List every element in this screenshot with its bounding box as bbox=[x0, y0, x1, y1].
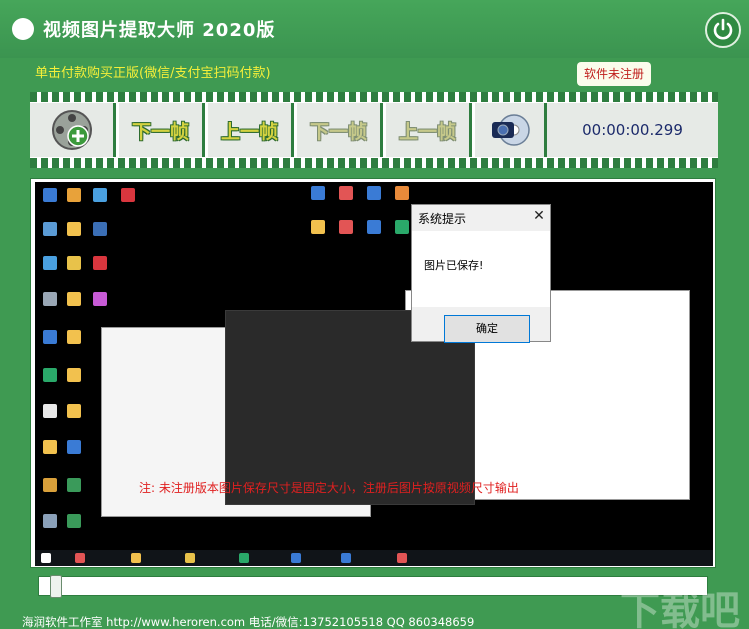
desktop-icon bbox=[67, 478, 81, 492]
film-toolbar: 下一帧 上一帧 下一帧 上一帧 00:00:00.299 bbox=[30, 92, 718, 168]
desktop-icon bbox=[121, 188, 135, 202]
title-bar: 视频图片提取大师 2020版 bbox=[0, 0, 749, 58]
desktop-icon bbox=[43, 222, 57, 236]
desktop-icon bbox=[43, 404, 57, 418]
camera-disc-icon bbox=[491, 114, 530, 146]
watermark-logo: 下载吧 bbox=[620, 588, 740, 629]
add-film-icon bbox=[51, 110, 92, 150]
desktop-icon bbox=[339, 186, 353, 200]
desktop-icon bbox=[311, 220, 325, 234]
next-frame-label-2: 下一帧 bbox=[309, 120, 367, 143]
capture-button[interactable] bbox=[475, 103, 547, 157]
desktop-icon bbox=[395, 220, 409, 234]
taskbar bbox=[35, 550, 713, 566]
taskbar-app-icon bbox=[341, 553, 351, 563]
seek-track[interactable] bbox=[38, 576, 708, 596]
video-preview: 系统提示 ✕ 图片已保存! 确定 注: 未注册版本图片保存尺寸是固定大小，注册后… bbox=[30, 178, 716, 568]
desktop-icon bbox=[367, 220, 381, 234]
taskbar-app-icon bbox=[397, 553, 407, 563]
system-dialog: 系统提示 ✕ 图片已保存! 确定 bbox=[411, 204, 551, 343]
footer-contact: 海润软件工作室 http://www.heroren.com 电话/微信:137… bbox=[22, 615, 475, 629]
desktop-icon bbox=[43, 514, 57, 528]
next-frame-button-2[interactable]: 下一帧 bbox=[297, 103, 383, 157]
desktop-icon bbox=[67, 222, 81, 236]
taskbar-app-icon bbox=[131, 553, 141, 563]
seek-thumb[interactable] bbox=[50, 575, 62, 598]
desktop-icon bbox=[43, 478, 57, 492]
desktop-icon bbox=[67, 330, 81, 344]
desktop-icon bbox=[67, 404, 81, 418]
prev-frame-label: 上一帧 bbox=[220, 120, 278, 143]
desktop-icon bbox=[43, 292, 57, 306]
dialog-ok-button[interactable]: 确定 bbox=[444, 315, 530, 343]
desktop-icon bbox=[67, 514, 81, 528]
film-perforation-top bbox=[30, 92, 718, 102]
desktop-icon bbox=[43, 256, 57, 270]
prev-frame-button[interactable]: 上一帧 bbox=[208, 103, 294, 157]
app-title: 视频图片提取大师 2020版 bbox=[43, 20, 276, 41]
dialog-message: 图片已保存! bbox=[424, 259, 484, 272]
desktop-icon bbox=[43, 440, 57, 454]
desktop-icon bbox=[93, 292, 107, 306]
desktop-icon bbox=[67, 368, 81, 382]
desktop-icon bbox=[43, 368, 57, 382]
timecode: 00:00:00.299 bbox=[582, 121, 683, 139]
next-frame-label: 下一帧 bbox=[131, 120, 189, 143]
next-frame-button[interactable]: 下一帧 bbox=[119, 103, 205, 157]
desktop-icon bbox=[67, 256, 81, 270]
taskbar-app-icon bbox=[239, 553, 249, 563]
desktop-icon bbox=[339, 220, 353, 234]
timecode-panel: 00:00:00.299 bbox=[547, 103, 718, 157]
close-icon[interactable]: ✕ bbox=[530, 207, 548, 225]
taskbar-app-icon bbox=[75, 553, 85, 563]
start-icon bbox=[41, 553, 51, 563]
prev-frame-label-2: 上一帧 bbox=[398, 120, 456, 143]
desktop-icon bbox=[93, 256, 107, 270]
buy-link[interactable]: 单击付款购买正版(微信/支付宝扫码付款) bbox=[35, 62, 271, 81]
dialog-title: 系统提示 bbox=[418, 212, 467, 226]
desktop-icon bbox=[395, 186, 409, 200]
power-icon[interactable] bbox=[705, 12, 741, 48]
desktop-icon bbox=[93, 222, 107, 236]
register-badge[interactable]: 软件未注册 bbox=[577, 62, 651, 86]
film-perforation-bottom bbox=[30, 158, 718, 168]
desktop-icon bbox=[311, 186, 325, 200]
desktop-icon bbox=[43, 330, 57, 344]
desktop-icon bbox=[67, 440, 81, 454]
desktop-icon bbox=[43, 188, 57, 202]
unregistered-notice: 注: 未注册版本图片保存尺寸是固定大小，注册后图片按原视频尺寸输出 bbox=[139, 481, 519, 495]
taskbar-app-icon bbox=[185, 553, 195, 563]
desktop-icon bbox=[367, 186, 381, 200]
open-video-button[interactable] bbox=[30, 103, 116, 157]
desktop-icon bbox=[67, 292, 81, 306]
desktop-icon bbox=[67, 188, 81, 202]
taskbar-app-icon bbox=[291, 553, 301, 563]
video-frame: 系统提示 ✕ 图片已保存! 确定 注: 未注册版本图片保存尺寸是固定大小，注册后… bbox=[35, 182, 713, 566]
app-logo-icon bbox=[12, 18, 34, 40]
desktop-icon bbox=[93, 188, 107, 202]
prev-frame-button-2[interactable]: 上一帧 bbox=[386, 103, 472, 157]
